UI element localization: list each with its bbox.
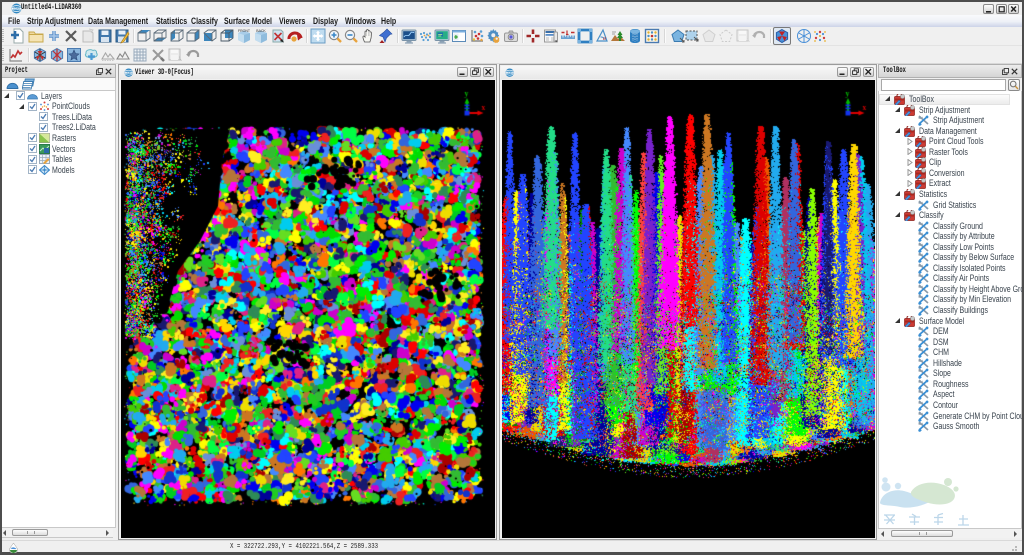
svg-text:FRONT: FRONT	[237, 29, 250, 33]
svg-text:a: a	[603, 36, 606, 42]
svg-text:BACK: BACK	[256, 29, 266, 33]
svg-text:LiDAR: LiDAR	[13, 8, 20, 11]
